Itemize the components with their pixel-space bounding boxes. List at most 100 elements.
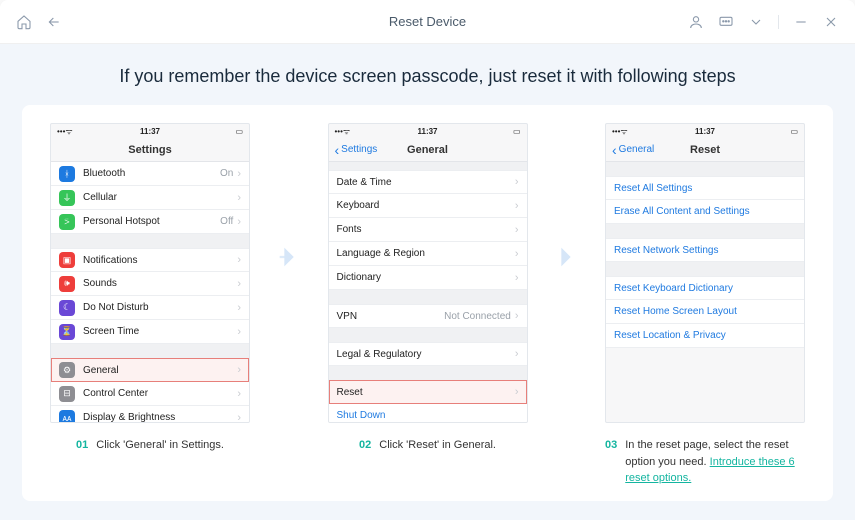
row-erase-all: Erase All Content and Settings [606,200,804,224]
feedback-icon[interactable] [718,14,734,30]
row-sounds: 🕪Sounds› [51,272,249,296]
control-center-icon: ⊟ [59,386,75,402]
phone-general: •••ᯤ 11:37 ▭ ‹Settings General Date & Ti… [328,123,528,423]
row-reset-home: Reset Home Screen Layout [606,300,804,324]
back-icon[interactable] [46,14,62,30]
row-general-highlighted: ⚙General› [51,358,249,382]
chevron-icon: › [237,192,241,204]
reset-list: Reset All Settings Erase All Content and… [606,162,804,422]
chevron-icon: › [237,364,241,376]
row-screentime: ⏳Screen Time› [51,320,249,344]
row-display: ᴀᴀDisplay & Brightness› [51,406,249,422]
nav-title: Settings [128,144,171,156]
row-dnd: ☾Do Not Disturb› [51,296,249,320]
chevron-icon: › [515,348,519,360]
chevron-icon: › [237,412,241,423]
general-icon: ⚙ [59,362,75,378]
nav-settings: Settings [51,138,249,162]
step-1: •••ᯤ 11:37 ▭ Settings ᚼBluetoothOn› ⏚Cel… [50,123,250,454]
chevron-icon: › [237,278,241,290]
status-bar: •••ᯤ 11:37 ▭ [51,124,249,138]
caption-3: 03 In the reset page, select the reset o… [605,437,805,487]
screentime-icon: ⏳ [59,324,75,340]
step-text: Click 'General' in Settings. [96,437,224,454]
arrow-2 [546,123,586,271]
row-dictionary: Dictionary› [329,266,527,290]
arrow-1 [269,123,309,271]
chevron-icon: › [237,388,241,400]
minimize-icon[interactable] [793,14,809,30]
step-text: In the reset page, select the reset opti… [625,437,805,487]
status-bar: •••ᯤ 11:37 ▭ [606,124,804,138]
chevron-icon: › [515,224,519,236]
row-vpn: VPNNot Connected› [329,304,527,328]
back-general: ‹General [612,143,654,157]
close-icon[interactable] [823,14,839,30]
row-reset-location: Reset Location & Privacy [606,324,804,348]
step-number: 01 [76,437,88,454]
chevron-icon: › [515,272,519,284]
row-control-center: ⊟Control Center› [51,382,249,406]
row-reset-network: Reset Network Settings [606,238,804,262]
hotspot-icon: ⍩ [59,214,75,230]
caption-2: 02 Click 'Reset' in General. [359,437,496,454]
row-keyboard: Keyboard› [329,194,527,218]
titlebar-left [16,14,62,30]
row-reset-highlighted: Reset› [329,380,527,404]
row-cellular: ⏚Cellular› [51,186,249,210]
nav-general: ‹Settings General [329,138,527,162]
chevron-icon: › [515,248,519,260]
chevron-icon: › [237,216,241,228]
chevron-icon: › [515,386,519,398]
steps-card: •••ᯤ 11:37 ▭ Settings ᚼBluetoothOn› ⏚Cel… [22,105,833,501]
status-time: 11:37 [606,127,804,136]
page-heading: If you remember the device screen passco… [22,66,833,87]
display-icon: ᴀᴀ [59,410,75,423]
step-2: •••ᯤ 11:37 ▭ ‹Settings General Date & Ti… [328,123,528,454]
bluetooth-icon: ᚼ [59,166,75,182]
titlebar: Reset Device [0,0,855,44]
settings-list: ᚼBluetoothOn› ⏚Cellular› ⍩Personal Hotsp… [51,162,249,422]
chevron-icon: › [515,200,519,212]
home-icon[interactable] [16,14,32,30]
titlebar-right [688,14,839,30]
step-number: 03 [605,437,617,454]
chevron-icon: › [515,310,519,322]
status-bar: •••ᯤ 11:37 ▭ [329,124,527,138]
step-number: 02 [359,437,371,454]
dnd-icon: ☾ [59,300,75,316]
caption-1: 01 Click 'General' in Settings. [76,437,224,454]
app-window: Reset Device If you remember the device … [0,0,855,520]
nav-title: Reset [690,144,720,156]
row-hotspot: ⍩Personal HotspotOff› [51,210,249,234]
row-reset-all: Reset All Settings [606,176,804,200]
phone-settings: •••ᯤ 11:37 ▭ Settings ᚼBluetoothOn› ⏚Cel… [50,123,250,423]
separator [778,15,779,29]
chevron-icon: › [237,302,241,314]
chevron-icon: › [237,254,241,266]
step-text: Click 'Reset' in General. [379,437,496,454]
phone-reset: •••ᯤ 11:37 ▭ ‹General Reset Reset All Se… [605,123,805,423]
row-language: Language & Region› [329,242,527,266]
content-area: If you remember the device screen passco… [0,44,855,520]
chevron-icon: › [515,176,519,188]
notifications-icon: ▣ [59,252,75,268]
row-shutdown: Shut Down [329,404,527,422]
chevron-icon: › [237,326,241,338]
row-bluetooth: ᚼBluetoothOn› [51,162,249,186]
row-fonts: Fonts› [329,218,527,242]
nav-title: General [407,144,448,156]
dropdown-icon[interactable] [748,14,764,30]
nav-reset: ‹General Reset [606,138,804,162]
step-3: •••ᯤ 11:37 ▭ ‹General Reset Reset All Se… [605,123,805,487]
chevron-icon: › [237,168,241,180]
status-time: 11:37 [329,127,527,136]
row-date-time: Date & Time› [329,170,527,194]
user-icon[interactable] [688,14,704,30]
status-time: 11:37 [51,127,249,136]
cellular-icon: ⏚ [59,190,75,206]
back-settings: ‹Settings [335,143,378,157]
row-legal: Legal & Regulatory› [329,342,527,366]
row-notifications: ▣Notifications› [51,248,249,272]
sounds-icon: 🕪 [59,276,75,292]
